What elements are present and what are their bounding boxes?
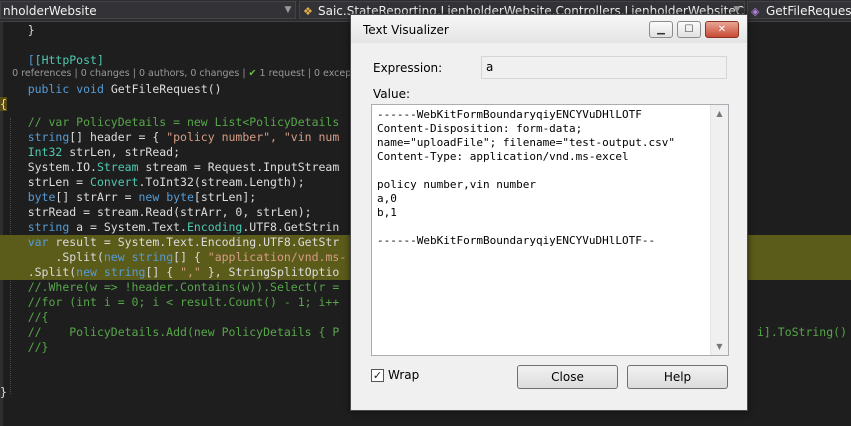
close-button[interactable]: Close	[517, 365, 618, 389]
dialog-titlebar[interactable]: Text Visualizer ▁ ☐ ✕	[351, 15, 747, 43]
codelens-changes[interactable]: 0 changes	[81, 68, 130, 79]
codelens-references[interactable]: 0 references	[12, 68, 71, 79]
project-dropdown[interactable]: nholderWebsite ▼	[0, 1, 296, 19]
close-window-button[interactable]: ✕	[705, 21, 739, 38]
vertical-scrollbar[interactable]: ▲ ▼	[710, 105, 728, 355]
value-label: Value:	[373, 87, 410, 101]
maximize-icon: ☐	[684, 24, 694, 35]
method-icon: ◈	[751, 5, 760, 18]
member-dropdown[interactable]: ◈ GetFileRequest()	[747, 1, 851, 19]
help-button[interactable]: Help	[627, 365, 728, 389]
dialog-title: Text Visualizer	[363, 23, 449, 37]
scroll-down-icon[interactable]: ▼	[711, 338, 728, 355]
maximize-button[interactable]: ☐	[677, 21, 701, 38]
chevron-down-icon: ▼	[284, 5, 292, 15]
expression-label: Expression:	[373, 61, 443, 75]
checkmark-icon: ✓	[372, 369, 383, 382]
wrap-label: Wrap	[388, 368, 420, 382]
wrap-checkbox[interactable]: ✓	[371, 369, 384, 382]
minimize-button[interactable]: ▁	[649, 21, 673, 38]
scroll-up-icon[interactable]: ▲	[711, 105, 728, 122]
check-icon: ✔	[248, 68, 257, 79]
value-textarea[interactable]: ------WebKitFormBoundaryqiyENCYVuDHlLOTF…	[371, 104, 729, 356]
expression-field[interactable]: a	[481, 56, 727, 79]
close-icon: ✕	[717, 24, 727, 35]
value-text: ------WebKitFormBoundaryqiyENCYVuDHlLOTF…	[377, 108, 676, 247]
text-visualizer-dialog: Text Visualizer ▁ ☐ ✕ Expression: a Valu…	[350, 14, 748, 411]
class-icon: ❖	[303, 5, 313, 18]
member-dropdown-value: GetFileRequest()	[766, 4, 851, 18]
codelens-authors[interactable]: 0 authors, 0 changes	[139, 68, 239, 79]
minimize-icon: ▁	[657, 24, 665, 35]
codelens-requests[interactable]: 1 request	[260, 68, 305, 79]
project-dropdown-value: nholderWebsite	[3, 4, 97, 18]
